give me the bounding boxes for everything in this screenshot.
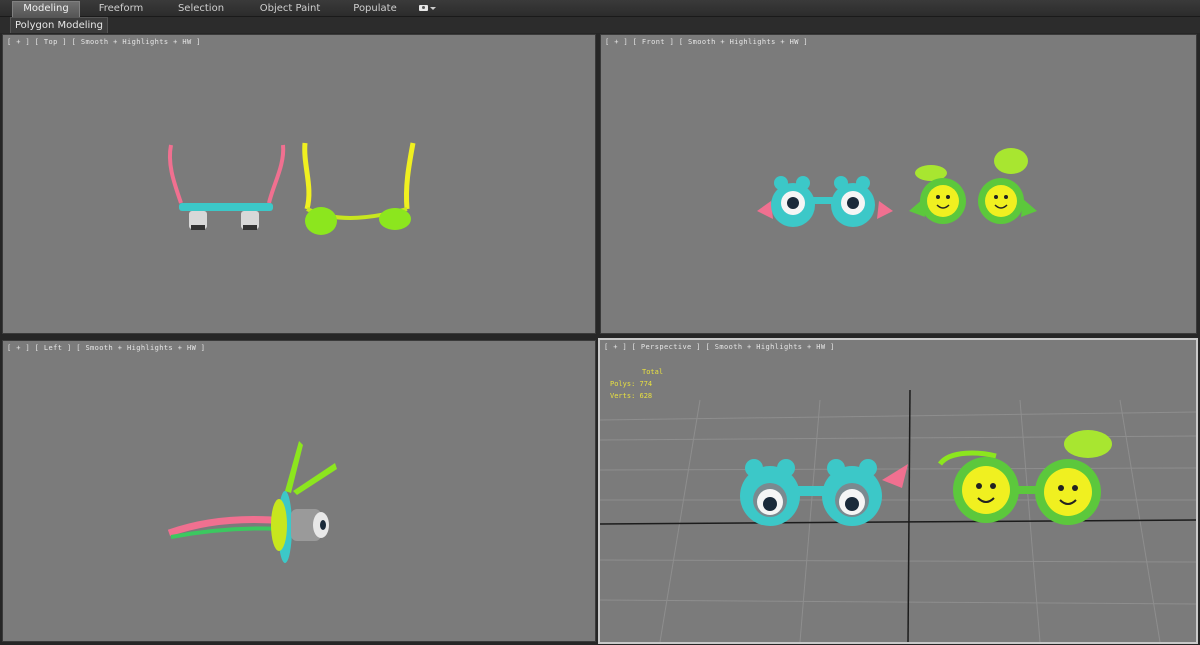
ribbon-panel-bar: Polygon Modeling xyxy=(0,17,1200,33)
left-view-glasses xyxy=(167,441,337,563)
tab-populate[interactable]: Populate xyxy=(345,2,405,16)
tab-modeling[interactable]: Modeling xyxy=(12,1,80,17)
viewport-top[interactable]: [ + ] [ Top ] [ Smooth + Highlights + HW… xyxy=(2,34,596,334)
tab-selection[interactable]: Selection xyxy=(168,2,234,16)
tab-object-paint[interactable]: Object Paint xyxy=(252,2,328,16)
camera-icon[interactable] xyxy=(418,3,436,14)
top-view-glasses xyxy=(168,142,416,235)
viewport-perspective[interactable]: [ + ] [ Perspective ] [ Smooth + Highlig… xyxy=(598,338,1198,644)
polygon-modeling-panel-tab[interactable]: Polygon Modeling xyxy=(10,17,108,33)
front-view-glasses xyxy=(757,148,1037,227)
viewport-front[interactable]: [ + ] [ Front ] [ Smooth + Highlights + … xyxy=(600,34,1197,334)
ribbon-tabs: Modeling Freeform Selection Object Paint… xyxy=(0,0,1200,17)
perspective-view-glasses xyxy=(600,389,1196,642)
tab-freeform[interactable]: Freeform xyxy=(88,2,154,16)
viewport-left[interactable]: [ + ] [ Left ] [ Smooth + Highlights + H… xyxy=(2,340,596,642)
